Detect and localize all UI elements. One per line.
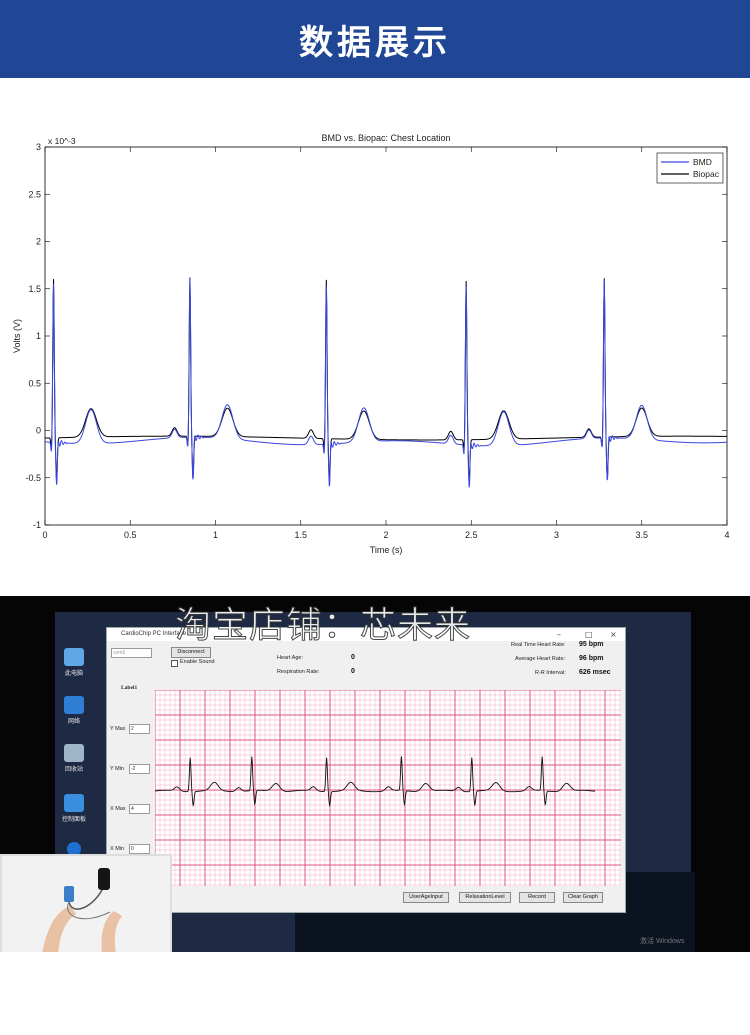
ecg-graph	[155, 690, 621, 886]
rt-heart-rate-label: Real Time Heart Rate:	[511, 642, 566, 648]
clear-graph-button[interactable]: Clear Graph	[563, 892, 603, 903]
xmin-label: X Min	[110, 846, 125, 852]
record-button[interactable]: Record	[519, 892, 555, 903]
x-tick-label: 0	[42, 530, 47, 540]
x-tick-label: 1.5	[294, 530, 307, 540]
x-tick-label: 2	[383, 530, 388, 540]
ymin-input[interactable]: -2	[129, 764, 150, 774]
rt-heart-rate-value: 95 bpm	[579, 641, 604, 648]
header-banner: 数据展示	[0, 0, 750, 78]
computer-icon[interactable]	[64, 648, 84, 666]
y-tick-label: 3	[36, 142, 41, 152]
y-tick-label: 0.5	[28, 378, 41, 388]
close-icon[interactable]: ×	[610, 630, 617, 639]
x-axis-label: Time (s)	[370, 545, 403, 555]
y-tick-label: 2.5	[28, 189, 41, 199]
network-icon[interactable]	[64, 696, 84, 714]
ymin-label: Y Min	[110, 766, 124, 772]
disconnect-button[interactable]: Disconnect	[171, 647, 211, 658]
xmax-label: X Max	[110, 806, 126, 812]
desktop-label: 网络	[67, 718, 80, 725]
y-tick-label: -1	[33, 520, 41, 530]
x-tick-label: 2.5	[465, 530, 478, 540]
y-tick-label: 0	[36, 426, 41, 436]
software-screenshot: 此电脑 网络 回收站 控制面板 CardioChip PC Interface …	[0, 596, 750, 952]
recycle-bin-icon[interactable]	[64, 744, 84, 762]
respiration-label: Respiration Rate:	[277, 669, 320, 675]
device-photo	[0, 854, 172, 952]
chart-title: BMD vs. Biopac: Chest Location	[321, 133, 450, 143]
x-tick-label: 3.5	[635, 530, 648, 540]
desktop-label: 回收站	[64, 766, 83, 773]
windows-activation-text: 激活 Windows	[640, 938, 685, 945]
maximize-icon[interactable]: □	[585, 630, 593, 639]
enable-sound-label: Enable Sound	[180, 659, 215, 665]
comparison-chart: 32.521.510.50-0.5-10 0.5 1 1.5 2 2.5 3 3.5 4x 10…	[12, 133, 730, 555]
respiration-value: 0	[351, 668, 355, 675]
user-age-input-button[interactable]: UserAgeInput	[403, 892, 449, 903]
banner-title: 数据展示	[299, 22, 451, 63]
x-tick-label: 4	[724, 530, 729, 540]
minimize-icon[interactable]: –	[557, 630, 561, 639]
ymax-input[interactable]: 2	[129, 724, 150, 734]
x-tick-label: 0.5	[124, 530, 137, 540]
desktop-label: 控制面板	[61, 816, 86, 823]
relaxation-level-button[interactable]: RelaxationLevel	[459, 892, 511, 903]
rr-interval-label: R-R Interval:	[535, 670, 566, 676]
ymax-label: Y Max	[110, 726, 126, 732]
label1: Label1	[121, 685, 138, 691]
y-exponent-label: x 10^-3	[48, 136, 76, 146]
xmin-input[interactable]: 0	[129, 844, 150, 854]
y-tick-label: 2	[36, 237, 41, 247]
cardiochip-window: CardioChip PC Interface – □ × com6 Disco…	[106, 627, 626, 913]
control-panel-icon[interactable]	[64, 794, 84, 812]
desktop-label: 此电脑	[64, 670, 83, 677]
port-input[interactable]: com6	[111, 648, 152, 658]
y-tick-label: 1.5	[28, 284, 41, 294]
avg-heart-rate-label: Average Heart Rate:	[515, 656, 566, 662]
legend-label: Biopac	[693, 169, 720, 179]
hands-holding-device-icon	[2, 856, 170, 952]
x-tick-label: 1	[213, 530, 218, 540]
legend-label: BMD	[693, 157, 712, 167]
watermark-text: 淘宝店铺：芯未来	[174, 605, 472, 647]
heart-age-value: 0	[351, 654, 355, 661]
y-tick-label: -0.5	[25, 473, 41, 483]
enable-sound-checkbox[interactable]	[171, 660, 178, 667]
plot-area	[44, 146, 728, 526]
y-axis-label: Volts (V)	[12, 319, 22, 353]
x-tick-label: 3	[554, 530, 559, 540]
avg-heart-rate-value: 96 bpm	[579, 655, 604, 662]
rr-interval-value: 626 msec	[579, 669, 611, 676]
xmax-input[interactable]: 4	[129, 804, 150, 814]
heart-age-label: Heart Age:	[277, 655, 303, 661]
y-tick-label: 1	[36, 331, 41, 341]
